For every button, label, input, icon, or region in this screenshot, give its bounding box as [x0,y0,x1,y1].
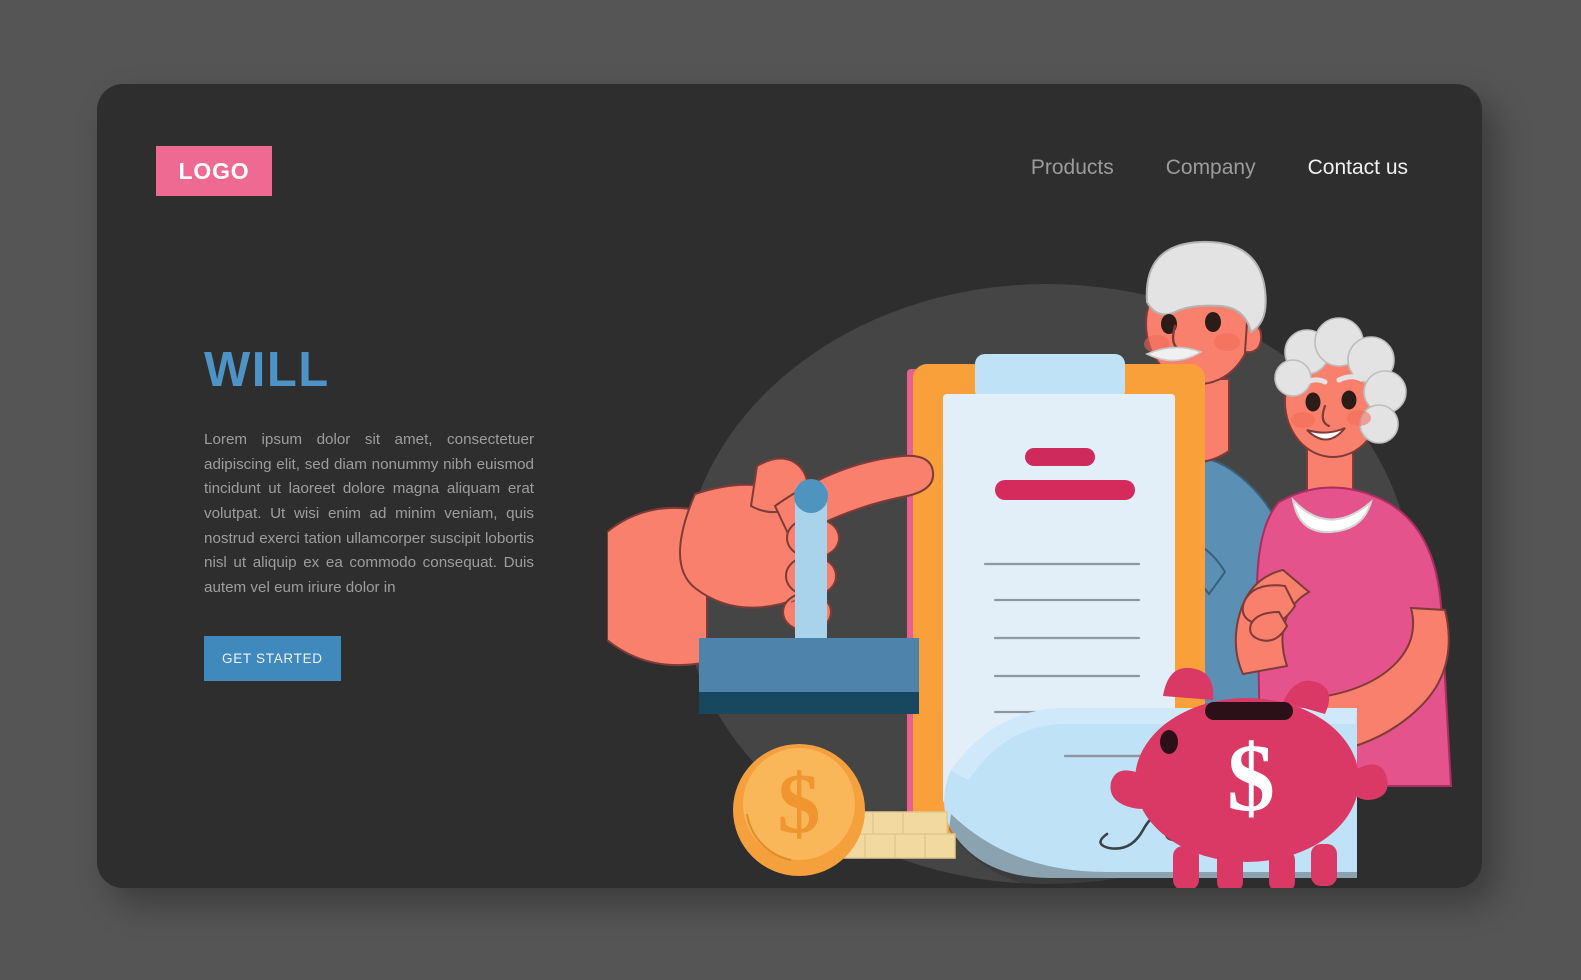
logo-text: LOGO [178,157,250,184]
get-started-button[interactable]: GET STARTED [204,636,341,682]
piggy-coin-slot [1205,702,1293,720]
landing-page-card: LOGO Products Company Contact us WILL Lo… [97,84,1482,888]
gold-coin: $ [733,744,865,876]
hero-body-text: Lorem ipsum dolor sit amet, consectetuer… [204,431,534,596]
stamp-knob [794,479,828,513]
stamp-body [699,638,919,696]
page-title: WILL [204,343,330,397]
main-navigation: Products Company Contact us [1031,156,1408,180]
hero-copy-block: WILL Lorem ipsum dolor sit amet, consect… [204,343,549,682]
will-signing-illustration: $ $ [607,214,1482,888]
nav-item-products[interactable]: Products [1031,156,1114,180]
document-title-bar-long [995,480,1135,500]
nav-item-contact-us[interactable]: Contact us [1308,156,1408,180]
nav-item-company[interactable]: Company [1166,156,1256,180]
piggy-dollar-symbol: $ [1227,724,1275,831]
document-title-bar-short [1025,448,1095,466]
logo[interactable]: LOGO [156,146,272,196]
site-header: LOGO Products Company Contact us [97,84,1482,214]
stamp-base [699,692,919,714]
coin-dollar-symbol: $ [778,755,821,851]
